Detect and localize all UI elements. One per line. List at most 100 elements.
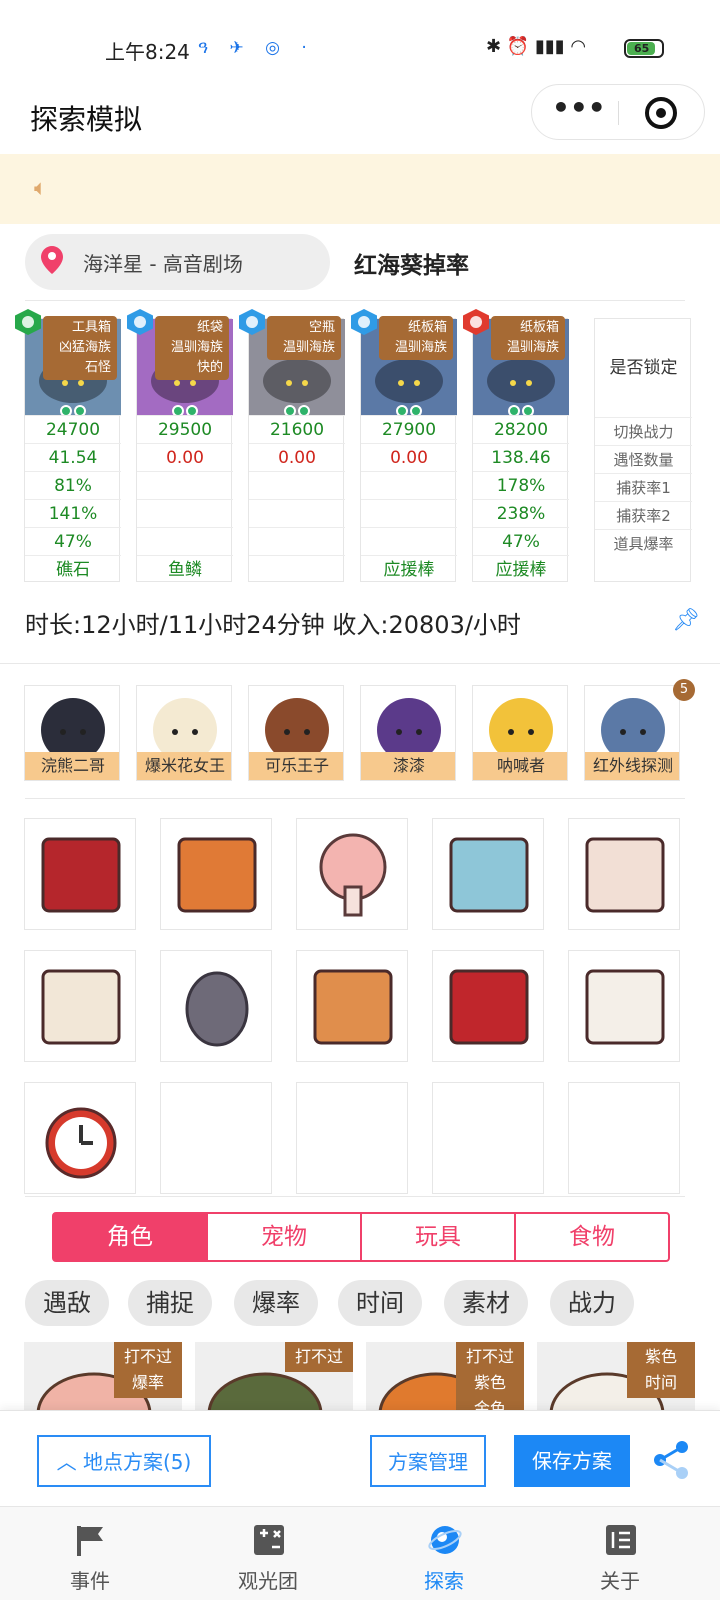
character-card[interactable]: 漆漆 <box>360 685 456 781</box>
location-pin-icon <box>41 246 63 274</box>
item-slot[interactable] <box>568 818 680 930</box>
pet-encounter: 0.00 <box>361 443 457 471</box>
tab-explore[interactable]: 探索 <box>384 1507 504 1601</box>
filter-chip-encounter[interactable]: 遇敌 <box>25 1280 109 1326</box>
tab-label: 观光团 <box>238 1569 298 1593</box>
pet-column[interactable]: 纸板箱 温驯海族 28200 138.46 178% 238% 47% 应援棒 <box>463 309 569 583</box>
pin-icon[interactable]: 📌︎ <box>672 608 700 633</box>
filter-chip-time[interactable]: 时间 <box>338 1280 422 1326</box>
list-icon <box>606 1525 636 1555</box>
status-bar: 上午8:24 ዓ ✈ ◎ · ✱ ⏰ ▮▮▮ ◠ 65 <box>0 0 720 92</box>
calculator-icon <box>254 1525 284 1555</box>
item-slot[interactable] <box>568 950 680 1062</box>
close-icon[interactable] <box>645 97 677 129</box>
item-slot[interactable] <box>432 950 544 1062</box>
flag-icon <box>77 1526 103 1556</box>
pet-tag-line: 纸板箱 <box>519 320 559 335</box>
result-card[interactable]: 紫色 时间 <box>537 1342 695 1412</box>
result-tag-line: 打不过 <box>294 1347 343 1366</box>
result-card[interactable]: 打不过 紫色 金色 <box>366 1342 524 1412</box>
cork-board-icon <box>177 837 257 913</box>
pet-tag-line: 空瓶 <box>308 320 335 335</box>
pet-capture1 <box>361 471 457 499</box>
pet-capture1 <box>137 471 233 499</box>
item-slot[interactable] <box>24 1082 136 1194</box>
result-card[interactable]: 打不过 <box>195 1342 353 1412</box>
item-slot[interactable] <box>160 950 272 1062</box>
pet-item[interactable] <box>249 555 345 583</box>
item-slot[interactable] <box>160 818 272 930</box>
tab-label: 事件 <box>70 1569 110 1593</box>
filter-chip-material[interactable]: 素材 <box>444 1280 528 1326</box>
more-icon[interactable]: ••• <box>552 94 606 129</box>
item-slot[interactable] <box>432 818 544 930</box>
share-icon[interactable] <box>652 1441 692 1479</box>
tab-pet[interactable]: 宠物 <box>206 1214 360 1260</box>
item-slot[interactable] <box>24 818 136 930</box>
character-card[interactable]: 可乐王子 <box>248 685 344 781</box>
item-slot[interactable] <box>24 950 136 1062</box>
pet-tag: 空瓶 温驯海族 <box>267 316 341 360</box>
location-plan-label: 地点方案(5) <box>83 1450 192 1474</box>
pet-item[interactable]: 鱼鳞 <box>137 555 233 583</box>
character-name: 浣熊二哥 <box>25 752 119 780</box>
empty-item-slot[interactable] <box>568 1082 680 1194</box>
speaker-icon: 🔈︎ <box>34 176 48 201</box>
tab-label: 关于 <box>600 1569 640 1593</box>
character-card[interactable]: 呐喊者 <box>472 685 568 781</box>
result-tag-line: 打不过 <box>465 1347 514 1366</box>
envelope-icon <box>585 969 665 1045</box>
empty-item-slot[interactable] <box>160 1082 272 1194</box>
result-card[interactable]: 打不过 爆率 <box>24 1342 182 1412</box>
divider <box>25 798 685 799</box>
result-tag-line: 打不过 <box>123 1347 172 1366</box>
notice-bar: 🔈︎ <box>0 154 720 224</box>
empty-item-slot[interactable] <box>296 1082 408 1194</box>
clapperboard-icon <box>41 969 121 1045</box>
pet-column[interactable]: 空瓶 温驯海族 21600 0.00 <box>239 309 345 583</box>
item-slot[interactable] <box>296 818 408 930</box>
location-plan-button[interactable]: ︿ 地点方案(5) <box>37 1435 211 1487</box>
notification-icons: ዓ ✈ ◎ · <box>198 38 315 58</box>
item-slot[interactable] <box>296 950 408 1062</box>
character-card[interactable]: 红外线探测 <box>584 685 680 781</box>
pet-column[interactable]: 纸袋 温驯海族 快的 29500 0.00 鱼鳞 <box>127 309 233 583</box>
tab-food[interactable]: 食物 <box>514 1214 668 1260</box>
pet-item[interactable]: 礁石 <box>25 555 121 583</box>
pet-column[interactable]: 工具箱 凶猛海族 石怪 24700 41.54 81% 141% 47% 礁石 <box>15 309 121 583</box>
letter-icon <box>585 837 665 913</box>
save-plan-button[interactable]: 保存方案 <box>514 1435 630 1487</box>
mushroom-icon <box>319 833 387 917</box>
lock-header[interactable]: 是否锁定 <box>595 319 692 417</box>
filter-chip-capture[interactable]: 捕捉 <box>128 1280 212 1326</box>
tab-tour[interactable]: 观光团 <box>208 1507 328 1601</box>
filter-chip-power[interactable]: 战力 <box>550 1280 634 1326</box>
manage-plan-button[interactable]: 方案管理 <box>370 1435 486 1487</box>
tab-events[interactable]: 事件 <box>30 1507 150 1601</box>
empty-item-slot[interactable] <box>432 1082 544 1194</box>
pet-power: 21600 <box>249 415 345 443</box>
result-tag-line: 时间 <box>644 1373 677 1392</box>
character-card[interactable]: 爆米花女王 <box>136 685 232 781</box>
tab-about[interactable]: 关于 <box>560 1507 680 1601</box>
character-card[interactable]: 浣熊二哥 <box>24 685 120 781</box>
pet-tag-line: 温驯海族 <box>170 340 223 355</box>
result-tag: 打不过 <box>285 1342 353 1372</box>
pet-capture1: 178% <box>473 471 569 499</box>
location-selector[interactable]: 海洋星 - 高音剧场 <box>25 234 330 290</box>
filter-chip-droprate[interactable]: 爆率 <box>234 1280 318 1326</box>
pet-item[interactable]: 应援棒 <box>361 555 457 583</box>
alarm-clock-icon <box>45 1107 117 1179</box>
pet-power: 28200 <box>473 415 569 443</box>
pet-column[interactable]: 纸板箱 温驯海族 27900 0.00 应援棒 <box>351 309 457 583</box>
tab-toy[interactable]: 玩具 <box>360 1214 514 1260</box>
duration-income-summary: 时长:12小时/11小时24分钟 收入:20803/小时 <box>25 611 521 639</box>
cardboard-box-icon <box>313 969 393 1045</box>
page-title: 探索模拟 <box>30 103 143 136</box>
tab-role[interactable]: 角色 <box>54 1214 206 1260</box>
result-tag-line: 紫色 <box>473 1373 506 1392</box>
character-name: 呐喊者 <box>473 752 567 780</box>
pet-item[interactable]: 应援棒 <box>473 555 569 583</box>
character-name: 可乐王子 <box>249 752 343 780</box>
result-tag: 打不过 紫色 金色 <box>456 1342 524 1412</box>
